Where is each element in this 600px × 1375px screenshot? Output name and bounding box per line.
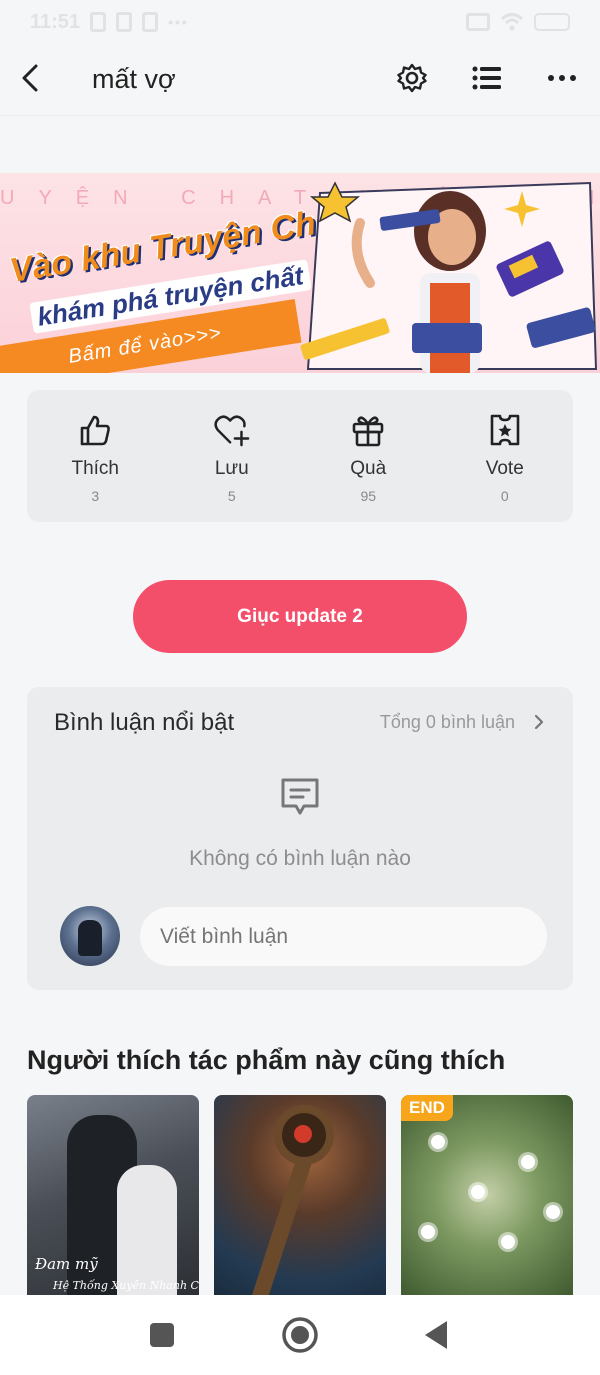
- back-arrow-icon: [22, 64, 38, 92]
- page-title: mất vợ: [92, 64, 176, 94]
- cover-art: [471, 1185, 485, 1199]
- battery-icon: [534, 13, 570, 31]
- comment-empty-icon: [281, 778, 319, 815]
- notification-icon: [90, 12, 107, 32]
- save-count: 5: [227, 488, 236, 504]
- vote-count: 0: [500, 488, 509, 504]
- recents-button[interactable]: [142, 1315, 182, 1355]
- mail-icon: [116, 12, 133, 32]
- cover-text: Đam mỹ: [35, 1255, 98, 1273]
- like-label: Thích: [71, 458, 120, 479]
- comments-more-button[interactable]: [531, 711, 547, 733]
- gear-icon: [397, 63, 427, 93]
- cover-art: [421, 1225, 435, 1239]
- wifi-icon: [500, 13, 524, 31]
- heart-plus-icon: [214, 415, 250, 447]
- cover-art: [521, 1155, 535, 1169]
- gift-icon: [352, 416, 384, 447]
- stats-card: Thích 3 Lưu 5 Quà 95 Vote 0: [27, 390, 573, 522]
- more-horizontal-icon: [548, 75, 576, 81]
- screen-cast-icon: [466, 13, 490, 31]
- comments-total-link[interactable]: Tổng 0 bình luận: [380, 712, 515, 733]
- cover-art: [546, 1205, 560, 1219]
- sim-icon: [142, 12, 159, 32]
- top-app-bar: mất vợ: [0, 44, 600, 116]
- cover-art: [431, 1135, 445, 1149]
- banner-illustration: [300, 181, 598, 373]
- cover-art: [501, 1235, 515, 1249]
- promo-banner[interactable]: UYỆN CHAT KHÁM PHÁ Vào khu Truyện Chat, …: [0, 173, 600, 373]
- back-button[interactable]: [14, 60, 46, 96]
- gift-label: Quà: [350, 458, 387, 479]
- back-nav-button[interactable]: [416, 1315, 456, 1355]
- no-comments-text: Không có bình luận nào: [189, 847, 411, 870]
- recommendations-title: Người thích tác phẩm này cũng thích: [27, 1045, 506, 1075]
- status-bar: 11:51 •••: [0, 0, 600, 44]
- featured-comments-card: Bình luận nổi bật Tổng 0 bình luận Không…: [27, 687, 573, 990]
- settings-button[interactable]: [394, 60, 430, 96]
- user-avatar: [60, 906, 120, 966]
- cover-art: [117, 1165, 177, 1295]
- chevron-right-icon: [534, 714, 544, 730]
- recommendation-card[interactable]: [214, 1095, 386, 1295]
- chapter-list-button[interactable]: [469, 60, 505, 96]
- vote-button[interactable]: Vote 0: [437, 390, 574, 522]
- circle-icon: [282, 1317, 318, 1353]
- home-button[interactable]: [280, 1315, 320, 1355]
- more-options-button[interactable]: [544, 60, 580, 96]
- like-count: 3: [91, 488, 100, 504]
- cover-subtext: Hệ Thống Xuyên Nhanh Của: [53, 1279, 199, 1292]
- vote-ticket-icon: [490, 414, 520, 446]
- square-icon: [150, 1323, 174, 1347]
- system-navigation-bar: [0, 1295, 600, 1375]
- cover-art: [250, 1158, 312, 1295]
- more-notifications-icon: •••: [168, 14, 189, 30]
- end-badge: END: [401, 1095, 453, 1121]
- comment-input[interactable]: [140, 907, 547, 966]
- urge-update-button[interactable]: Giục update 2: [133, 580, 467, 653]
- status-time: 11:51: [30, 10, 81, 33]
- save-button[interactable]: Lưu 5: [164, 390, 301, 522]
- gift-button[interactable]: Quà 95: [300, 390, 437, 522]
- gift-count: 95: [360, 488, 377, 504]
- comments-title: Bình luận nổi bật: [54, 709, 235, 736]
- thumbs-up-icon: [80, 415, 111, 446]
- recommendation-card[interactable]: END: [401, 1095, 573, 1295]
- triangle-back-icon: [425, 1321, 447, 1349]
- cover-art: [294, 1125, 312, 1143]
- vote-label: Vote: [485, 458, 524, 479]
- like-button[interactable]: Thích 3: [27, 390, 164, 522]
- save-label: Lưu: [214, 458, 249, 479]
- recommendation-card[interactable]: Đam mỹ Hệ Thống Xuyên Nhanh Của: [27, 1095, 199, 1295]
- list-icon: [472, 66, 501, 90]
